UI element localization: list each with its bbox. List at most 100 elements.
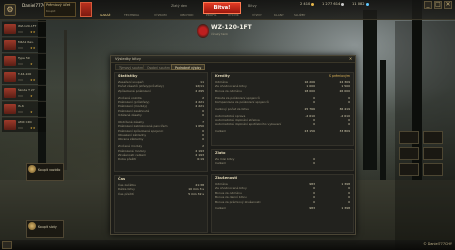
xp-row: Celkem 983 1 398 <box>215 206 350 211</box>
tank-tier: VIII <box>18 126 23 130</box>
top-bar: ⚙ Daniel777CHY Prémiový účet Koupit Zlat… <box>0 0 455 20</box>
experience-rows: Odměna 983 1 398 Za ohodnocené bitvy 0 0 Bon… <box>212 182 353 211</box>
gold-row: Celkem 0 <box>215 161 315 166</box>
tank-row[interactable]: AMX CDC VIII ★★ <box>2 117 46 132</box>
tank-row[interactable]: T-44-100 VIII ★★ <box>2 69 46 84</box>
tank-row[interactable]: WZ-120-1FT VIII ★★ <box>2 21 46 36</box>
equipment-slot[interactable] <box>399 147 419 160</box>
tank-row[interactable]: IS-6 VIII ★ <box>2 101 46 116</box>
slot-icon <box>28 222 36 230</box>
tank-thumbnail <box>4 56 16 66</box>
minimize-icon[interactable]: _ <box>424 1 432 9</box>
window-title-bar[interactable]: Výsledky bitvy ✕ <box>111 56 355 63</box>
free-xp-currency[interactable]: 11 082 <box>352 2 369 6</box>
gold-panel: Zlato Za misi bitvy 0 Celkem 0 <box>211 149 354 171</box>
equipment-panel <box>395 21 455 250</box>
equipment-slot[interactable] <box>423 147 443 160</box>
equipment-slot[interactable] <box>423 131 443 144</box>
tank-tier: VIII <box>18 62 23 66</box>
gold-header: Zlato <box>215 151 226 155</box>
window-controls: _ □ ✕ <box>422 1 452 9</box>
nav-sluzby[interactable]: SLUŽBY <box>294 13 305 17</box>
credits-header: Kredity <box>215 74 230 78</box>
tank-thumbnail <box>4 40 16 50</box>
equipment-slot[interactable] <box>399 131 419 144</box>
close-icon[interactable]: ✕ <box>444 1 452 9</box>
tank-stars: ★★ <box>30 46 36 50</box>
nav-profil[interactable]: PROFIL <box>206 13 217 17</box>
tank-stars: ★★ <box>30 78 36 82</box>
gold-coin-icon <box>311 2 315 6</box>
premium-buy-link[interactable]: Koupit <box>46 9 55 13</box>
tank-tier: VIII <box>18 110 23 114</box>
tank-name: IS-6 <box>18 104 24 108</box>
credits-currency[interactable]: 1 277 614 <box>322 2 345 6</box>
credits-rows: Odměna 16 206 24 309 Za ohodnocené bitvy 1 … <box>212 80 353 133</box>
close-icon[interactable]: ✕ <box>348 57 353 62</box>
chat-icon[interactable] <box>2 241 12 249</box>
free-xp-icon <box>365 2 369 6</box>
main-nav: GARÁŽ TECHNIKA VÝZKUM OBCHOD PROFIL VÝCV… <box>100 13 420 20</box>
buy-slots-label: Koupit sloty <box>38 225 57 229</box>
nav-klany[interactable]: KLANY <box>274 13 284 17</box>
consumable-slot[interactable] <box>423 163 443 176</box>
consumable-slot[interactable] <box>399 163 419 176</box>
bottom-bar: © Daniel777CHY <box>0 240 455 250</box>
gold-currency[interactable]: 2 410 <box>300 2 315 6</box>
tank-stars: ★★ <box>30 126 36 130</box>
stat-row: Doba přežití 0:19 <box>118 157 204 162</box>
tank-name: WZ-120-1FT <box>18 24 37 28</box>
premium-column-header: S prémiovým <box>328 74 350 78</box>
statistics-header: Statistiky <box>118 74 138 78</box>
tank-stars: ★★ <box>30 30 36 34</box>
watermark-text: © Daniel777CHY <box>423 242 452 246</box>
window-title: Výsledky bitvy <box>115 57 142 61</box>
mode-left-label[interactable]: Zlatý den <box>171 4 187 8</box>
selected-tank-badge: WZ-120-1FT čínský tank <box>197 24 267 38</box>
tank-carousel: WZ-120-1FT VIII ★★ M4A1 Rev. VIII ★★ Typ… <box>0 21 48 141</box>
gold-rows: Za misi bitvy 0 Celkem 0 <box>212 157 353 166</box>
tank-row[interactable]: M4A1 Rev. VIII ★★ <box>2 37 46 52</box>
free-xp-value: 11 082 <box>352 2 365 6</box>
tank-thumbnail <box>4 24 16 34</box>
tank-tier: VIII <box>18 78 23 82</box>
premium-shop-button[interactable] <box>80 2 92 17</box>
tank-name: T-44-100 <box>18 72 32 76</box>
china-flag-icon <box>197 24 209 38</box>
tab-detailed[interactable]: Podrobné výpisy <box>171 64 206 70</box>
experience-panel: Zkušenosti Odměna 983 1 398 Za ohodnocené … <box>211 174 354 233</box>
tank-tier: VIII <box>18 94 23 98</box>
nav-garage[interactable]: GARÁŽ <box>100 13 110 17</box>
vehicle-icon <box>28 165 36 173</box>
buy-vehicle-label: Koupit vozidlo <box>38 168 61 172</box>
tank-thumbnail <box>4 120 16 130</box>
menu-gear-icon[interactable]: ⚙ <box>4 4 16 16</box>
credits-value: 1 277 614 <box>322 2 341 6</box>
nav-vyzkum[interactable]: VÝZKUM <box>154 13 167 17</box>
tank-row[interactable]: Škoda T 27 VIII ★ <box>2 85 46 100</box>
tank-stars: ★ <box>30 110 33 114</box>
maximize-icon[interactable]: □ <box>434 1 442 9</box>
nav-vyzvy[interactable]: VÝZVY <box>252 13 262 17</box>
tank-name: M4A1 Rev. <box>18 40 34 44</box>
tank-tier: VIII <box>18 30 23 34</box>
tank-name: AMX CDC <box>18 120 33 124</box>
battle-mode-select[interactable]: Bitvy <box>248 4 257 8</box>
selected-tank-type: čínský tank <box>211 32 228 36</box>
selected-tank-name: WZ-120-1FT <box>211 24 252 31</box>
battle-results-window: Výsledky bitvy ✕ Týmový souhrn Osobní so… <box>110 55 356 235</box>
credits-panel: Kredity S prémiovým Odměna 16 206 24 309 Z… <box>211 72 354 146</box>
statistics-panel: Statistiky Zasažení soupeři 11 Počet zása… <box>114 72 208 172</box>
nav-technika[interactable]: TECHNIKA <box>124 13 139 17</box>
tank-thumbnail <box>4 104 16 114</box>
tank-thumbnail <box>4 88 16 98</box>
nav-obchod[interactable]: OBCHOD <box>180 13 193 17</box>
nav-vycvik[interactable]: VÝCVIK <box>228 13 239 17</box>
statistics-rows: Zasažení soupeři 11 Počet zásahů (střely/… <box>115 80 207 162</box>
time-rows: Čas začátku 21:38 Délka bitvy 10 min 3 s Č… <box>115 183 207 196</box>
tank-row[interactable]: Type 59 VIII ★ <box>2 53 46 68</box>
tank-stars: ★ <box>30 94 33 98</box>
time-panel: Čas Čas začátku 21:38 Délka bitvy 10 min 3… <box>114 175 208 233</box>
tab-personal-summary[interactable]: Osobní souhrn <box>143 64 174 70</box>
tank-thumbnail <box>4 72 16 82</box>
